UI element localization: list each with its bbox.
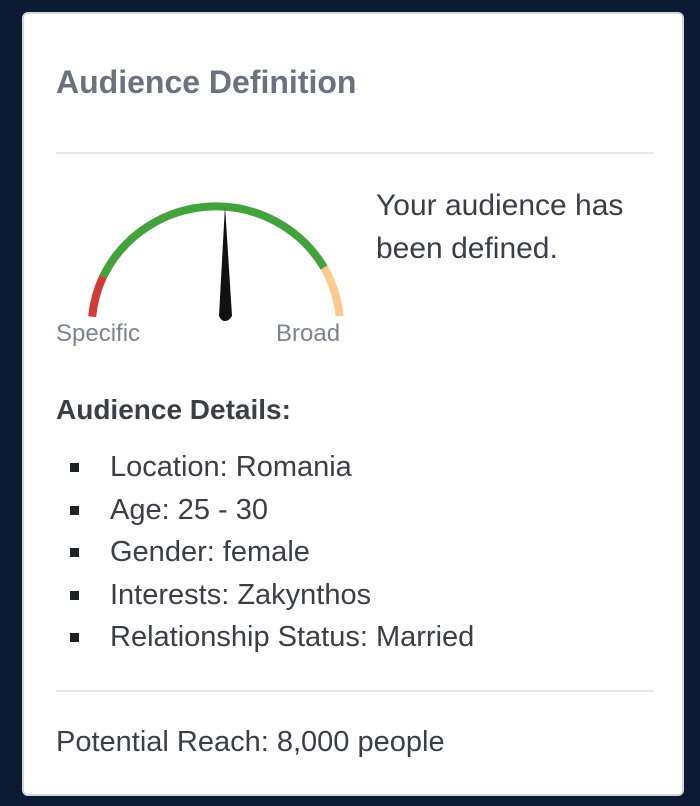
- panel-title: Audience Definition: [56, 64, 357, 100]
- potential-reach: Potential Reach: 8,000 people: [56, 726, 445, 758]
- detail-gender-text: Gender: female: [110, 536, 310, 568]
- header-divider: [56, 152, 654, 154]
- audience-definition-panel: Audience Definition Specific Broad Your …: [22, 12, 684, 796]
- gauge-needle: [219, 206, 232, 321]
- audience-gauge: [88, 202, 344, 321]
- gauge-label-specific: Specific: [56, 320, 141, 347]
- detail-interests-text: Interests: Zakynthos: [110, 578, 372, 611]
- audience-details-heading: Audience Details:: [56, 394, 291, 425]
- audience-status-message: Your audience has been defined.: [376, 189, 624, 265]
- gauge-specific-zone: [88, 274, 107, 318]
- gauge-label-broad: Broad: [276, 320, 341, 347]
- bullet-icon: [70, 548, 79, 557]
- gauge-broad-zone: [320, 265, 344, 317]
- detail-relationship-status-text: Relationship Status: Married: [110, 621, 475, 653]
- detail-location-text: Location: Romania: [110, 451, 352, 483]
- bullet-icon: [70, 590, 79, 600]
- footer-divider: [56, 690, 654, 692]
- gauge-fit-zone: [99, 202, 328, 279]
- detail-age-text: Age: 25 - 30: [110, 493, 268, 526]
- bullet-icon: [70, 505, 79, 515]
- bullet-icon: [70, 633, 79, 642]
- bullet-icon: [70, 463, 79, 472]
